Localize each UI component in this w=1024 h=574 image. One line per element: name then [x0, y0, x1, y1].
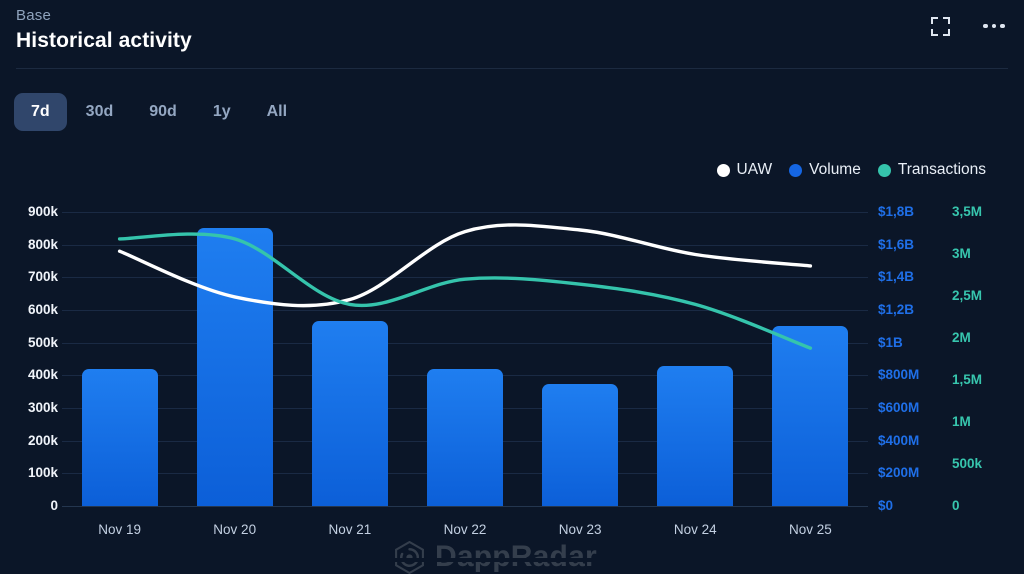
uaw-tick-2: 200k — [27, 432, 58, 448]
header-divider — [16, 68, 1008, 69]
x-axis-label-4: Nov 23 — [558, 522, 602, 537]
volume-tick-7: $1,4B — [878, 269, 915, 285]
legend-dot-uaw — [716, 163, 730, 177]
tab-7d[interactable]: 7d — [14, 93, 67, 131]
x-axis-label-5: Nov 24 — [673, 522, 717, 537]
uaw-tick-8: 800k — [27, 236, 58, 252]
more-options-icon — [983, 23, 1005, 29]
expand-icon — [930, 16, 950, 36]
legend-dot-volume — [789, 163, 803, 177]
page-title: Historical activity — [16, 29, 192, 52]
volume-tick-0: $0 — [878, 498, 894, 513]
panel-header: Base Historical activity — [0, 0, 1024, 68]
bottom-edge — [0, 558, 1024, 562]
volume-tick-5: $1B — [878, 334, 903, 350]
transactions-tick-5: 2,5M — [952, 288, 983, 303]
x-axis-label-1: Nov 20 — [213, 522, 257, 537]
volume-tick-9: $1,8B — [878, 204, 915, 219]
uaw-tick-4: 400k — [27, 367, 58, 383]
volume-tick-3: $600M — [878, 400, 920, 415]
line-transactions — [117, 232, 813, 350]
x-axis-label-3: Nov 22 — [443, 522, 487, 537]
uaw-tick-3: 300k — [27, 400, 58, 415]
legend-label-transactions: Transactions — [897, 161, 986, 178]
tab-30d[interactable]: 30d — [69, 93, 131, 131]
x-axis-label-2: Nov 21 — [328, 522, 372, 537]
volume-tick-8: $1,6B — [878, 236, 915, 252]
transactions-tick-7: 3,5M — [952, 204, 983, 219]
tab-1y[interactable]: 1y — [196, 93, 248, 131]
legend-item-volume[interactable]: Volume — [789, 161, 861, 179]
transactions-tick-4: 2M — [952, 330, 971, 345]
transactions-tick-0: 0 — [952, 498, 960, 513]
legend-item-transactions[interactable]: Transactions — [877, 161, 986, 179]
legend-item-uaw[interactable]: UAW — [716, 161, 773, 179]
expand-button[interactable] — [926, 12, 954, 40]
chart-legend: UAW Volume Transactions — [716, 161, 986, 179]
transactions-tick-2: 1M — [952, 414, 971, 429]
uaw-tick-1: 100k — [27, 465, 58, 481]
uaw-tick-6: 600k — [27, 302, 58, 317]
transactions-tick-3: 1,5M — [952, 372, 983, 387]
legend-label-uaw: UAW — [736, 161, 773, 178]
volume-tick-4: $800M — [878, 367, 920, 383]
transactions-tick-1: 500k — [952, 456, 983, 471]
volume-tick-2: $400M — [878, 432, 920, 448]
panel-subtitle: Base — [16, 7, 51, 24]
x-axis-label-6: Nov 25 — [789, 522, 832, 537]
uaw-tick-7: 700k — [27, 269, 58, 285]
uaw-tick-9: 900k — [27, 204, 58, 219]
transactions-tick-6: 3M — [952, 246, 971, 261]
x-axis-labels: Nov 19 Nov 20 Nov 21 Nov 22 Nov 23 Nov 24 Nov … — [62, 522, 868, 546]
more-options-button[interactable] — [980, 12, 1008, 40]
legend-dot-transactions — [877, 163, 891, 177]
volume-tick-6: $1,2B — [878, 302, 915, 317]
x-axis-label-0: Nov 19 — [98, 522, 141, 537]
plot-area — [62, 212, 868, 507]
uaw-tick-0: 0 — [50, 498, 58, 513]
volume-tick-1: $200M — [878, 465, 920, 481]
time-range-tabs: 7d 30d 90d 1y All — [14, 93, 304, 131]
uaw-tick-5: 500k — [27, 334, 58, 350]
tab-90d[interactable]: 90d — [132, 93, 194, 131]
tab-all[interactable]: All — [250, 93, 304, 131]
header-actions — [926, 12, 1008, 40]
axis-baseline — [62, 506, 868, 507]
historical-activity-chart: 0 100k 200k 300k 400k 500k 600k 700k 800k 900k $0… — [0, 196, 1024, 574]
legend-label-volume: Volume — [809, 161, 861, 178]
line-series-overlay — [117, 223, 813, 350]
